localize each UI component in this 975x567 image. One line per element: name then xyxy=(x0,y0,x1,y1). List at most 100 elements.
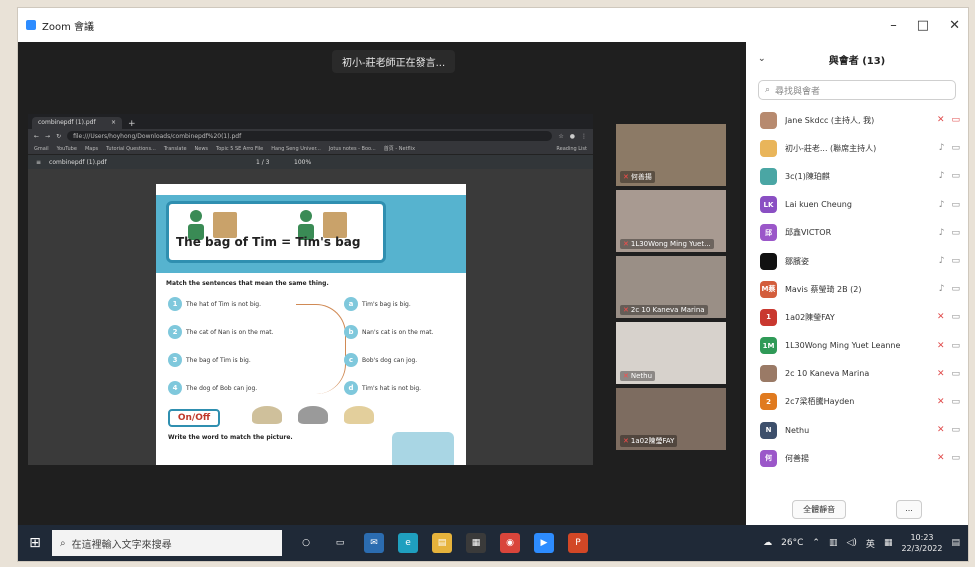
participant-row[interactable]: 何何善揚 ✕ ▭ xyxy=(746,444,968,472)
participant-row[interactable]: 1M 1L30Wong Ming Yuet Leanne ✕ ▭ xyxy=(746,332,968,360)
mic-icon[interactable]: ♪ xyxy=(939,256,945,266)
participant-row[interactable]: 邱邱鑫VICTOR ♪ ▭ xyxy=(746,219,968,247)
participant-row[interactable]: 1 1a02陳瑩FAY ✕ ▭ xyxy=(746,303,968,331)
bookmark-item[interactable]: YouTube xyxy=(57,146,77,152)
tab-close-icon[interactable]: × xyxy=(111,119,116,127)
forward-icon[interactable]: → xyxy=(45,133,50,140)
bookmark-item[interactable]: Jotus notes - Boo... xyxy=(329,146,376,152)
video-tile[interactable]: ✕ 何善揚 xyxy=(616,124,726,186)
muted-mic-icon: ✕ xyxy=(623,240,629,248)
camera-icon[interactable]: ▭ xyxy=(951,397,960,407)
volume-icon[interactable]: ◁) xyxy=(846,538,856,548)
video-tile[interactable]: ✕ 1L30Wong Ming Yuet... xyxy=(616,190,726,252)
pdf-page-indicator[interactable]: 1 / 3 xyxy=(256,159,269,166)
video-tile[interactable]: ✕ Nethu xyxy=(616,322,726,384)
zoom-app-icon[interactable]: ▶ xyxy=(534,533,554,553)
video-tile[interactable]: ✕ 1a02陳瑩FAY xyxy=(616,388,726,450)
calendar-icon[interactable]: ▦ xyxy=(884,538,893,548)
ime-indicator[interactable]: 英 xyxy=(866,537,875,550)
bookmark-item[interactable]: Hang Seng Univer... xyxy=(271,146,321,152)
shared-screen[interactable]: combinepdf (1).pdf × + ← → ↻ file:///Use… xyxy=(28,114,593,465)
store-icon[interactable]: ▦ xyxy=(466,533,486,553)
camera-icon[interactable]: ▭ xyxy=(951,369,960,379)
taskbar-search-input[interactable]: ⌕ 在這裡輸入文字來搜尋 xyxy=(52,530,282,556)
minimize-button[interactable]: – xyxy=(890,18,897,33)
chrome-icon[interactable]: ◉ xyxy=(500,533,520,553)
pdf-menu-icon[interactable]: ≡ xyxy=(36,159,41,166)
participant-row[interactable]: LK Lai kuen Cheung ♪ ▭ xyxy=(746,191,968,219)
video-tile-label: ✕ 1L30Wong Ming Yuet... xyxy=(620,239,714,249)
back-icon[interactable]: ← xyxy=(34,133,39,140)
participant-name: Mavis 蔡瑩琦 2B (2) xyxy=(785,284,862,294)
task-view-icon[interactable]: ▭ xyxy=(330,533,350,553)
camera-off-icon[interactable]: ▭ xyxy=(951,115,960,125)
muted-mic-icon[interactable]: ✕ xyxy=(937,425,945,435)
url-field[interactable]: file:///Users/hoyhong/Downloads/combinep… xyxy=(67,131,553,141)
notification-icon[interactable]: ▤ xyxy=(951,538,960,548)
camera-icon[interactable]: ▭ xyxy=(951,284,960,294)
mute-all-button[interactable]: 全體靜音 xyxy=(792,500,847,519)
mic-icon[interactable]: ♪ xyxy=(939,171,945,181)
cortana-icon[interactable]: ○ xyxy=(296,533,316,553)
muted-mic-icon[interactable]: ✕ xyxy=(937,453,945,463)
new-tab-button[interactable]: + xyxy=(128,119,136,129)
participant-status: ✕ ▭ xyxy=(937,453,960,463)
browser-tab[interactable]: combinepdf (1).pdf × xyxy=(32,117,122,129)
participant-search-input[interactable]: ⌕ 尋找與會者 xyxy=(758,80,956,100)
mic-icon[interactable]: ♪ xyxy=(939,228,945,238)
maximize-button[interactable]: □ xyxy=(917,18,929,33)
mic-icon[interactable]: ♪ xyxy=(939,284,945,294)
mail-icon[interactable]: ✉ xyxy=(364,533,384,553)
camera-icon[interactable]: ▭ xyxy=(951,171,960,181)
edge-icon[interactable]: e xyxy=(398,533,418,553)
camera-icon[interactable]: ▭ xyxy=(951,312,960,322)
participant-row[interactable]: 鄒臏姿 ♪ ▭ xyxy=(746,247,968,275)
participant-row[interactable]: 2 2c7梁栢騰Hayden ✕ ▭ xyxy=(746,388,968,416)
video-tile[interactable]: ✕ 2c 10 Kaneva Marina xyxy=(616,256,726,318)
weather-temp[interactable]: 26°C xyxy=(781,538,803,548)
muted-mic-icon[interactable]: ✕ xyxy=(937,369,945,379)
camera-icon[interactable]: ▭ xyxy=(951,425,960,435)
mic-icon[interactable]: ♪ xyxy=(939,200,945,210)
participant-row[interactable]: 3c(1)陳珀麒 ♪ ▭ xyxy=(746,162,968,190)
weather-icon[interactable]: ☁ xyxy=(763,538,772,548)
participant-row[interactable]: 2c 10 Kaneva Marina ✕ ▭ xyxy=(746,360,968,388)
bookmark-item[interactable]: Gmail xyxy=(34,146,49,152)
bookmark-item[interactable]: Topic 5 SE Arro File xyxy=(216,146,263,152)
chevron-down-icon[interactable]: ⌄ xyxy=(758,54,766,64)
network-icon[interactable]: ▥ xyxy=(829,538,838,548)
chevron-up-icon[interactable]: ⌃ xyxy=(812,538,820,548)
start-button[interactable]: ⊞ xyxy=(18,525,52,561)
participant-row[interactable]: M蔡 Mavis 蔡瑩琦 2B (2) ♪ ▭ xyxy=(746,275,968,303)
clock[interactable]: 10:23 22/3/2022 xyxy=(901,532,942,554)
camera-icon[interactable]: ▭ xyxy=(951,341,960,351)
bookmark-item[interactable]: 首頁 - Netflix xyxy=(384,145,415,152)
bookmark-item[interactable]: Tutorial Questions... xyxy=(106,146,156,152)
muted-mic-icon[interactable]: ✕ xyxy=(937,397,945,407)
reload-icon[interactable]: ↻ xyxy=(56,133,61,140)
powerpoint-icon[interactable]: P xyxy=(568,533,588,553)
profile-icon[interactable]: ● xyxy=(570,133,575,140)
muted-mic-icon[interactable]: ✕ xyxy=(937,312,945,322)
star-icon[interactable]: ☆ xyxy=(558,133,563,140)
pdf-zoom-value[interactable]: 100% xyxy=(294,159,311,166)
file-explorer-icon[interactable]: ▤ xyxy=(432,533,452,553)
camera-icon[interactable]: ▭ xyxy=(951,453,960,463)
mic-icon[interactable]: ♪ xyxy=(939,143,945,153)
bookmark-item[interactable]: Maps xyxy=(85,146,98,152)
participant-row[interactable]: N Nethu ✕ ▭ xyxy=(746,416,968,444)
more-options-button[interactable]: ... xyxy=(896,500,922,519)
close-button[interactable]: ✕ xyxy=(949,18,960,33)
camera-icon[interactable]: ▭ xyxy=(951,228,960,238)
participant-row[interactable]: 初小-莊老... (聯席主持人) ♪ ▭ xyxy=(746,134,968,162)
bookmark-item[interactable]: News xyxy=(195,146,209,152)
camera-icon[interactable]: ▭ xyxy=(951,143,960,153)
bookmark-item[interactable]: Translate xyxy=(164,146,187,152)
camera-icon[interactable]: ▭ xyxy=(951,200,960,210)
muted-mic-icon[interactable]: ✕ xyxy=(937,115,945,125)
menu-icon[interactable]: ⋮ xyxy=(581,133,587,140)
camera-icon[interactable]: ▭ xyxy=(951,256,960,266)
participant-row[interactable]: Jane Skdcc (主持人, 我) ✕ ▭ xyxy=(746,106,968,134)
muted-mic-icon[interactable]: ✕ xyxy=(937,341,945,351)
reading-list-button[interactable]: Reading List xyxy=(556,146,587,152)
